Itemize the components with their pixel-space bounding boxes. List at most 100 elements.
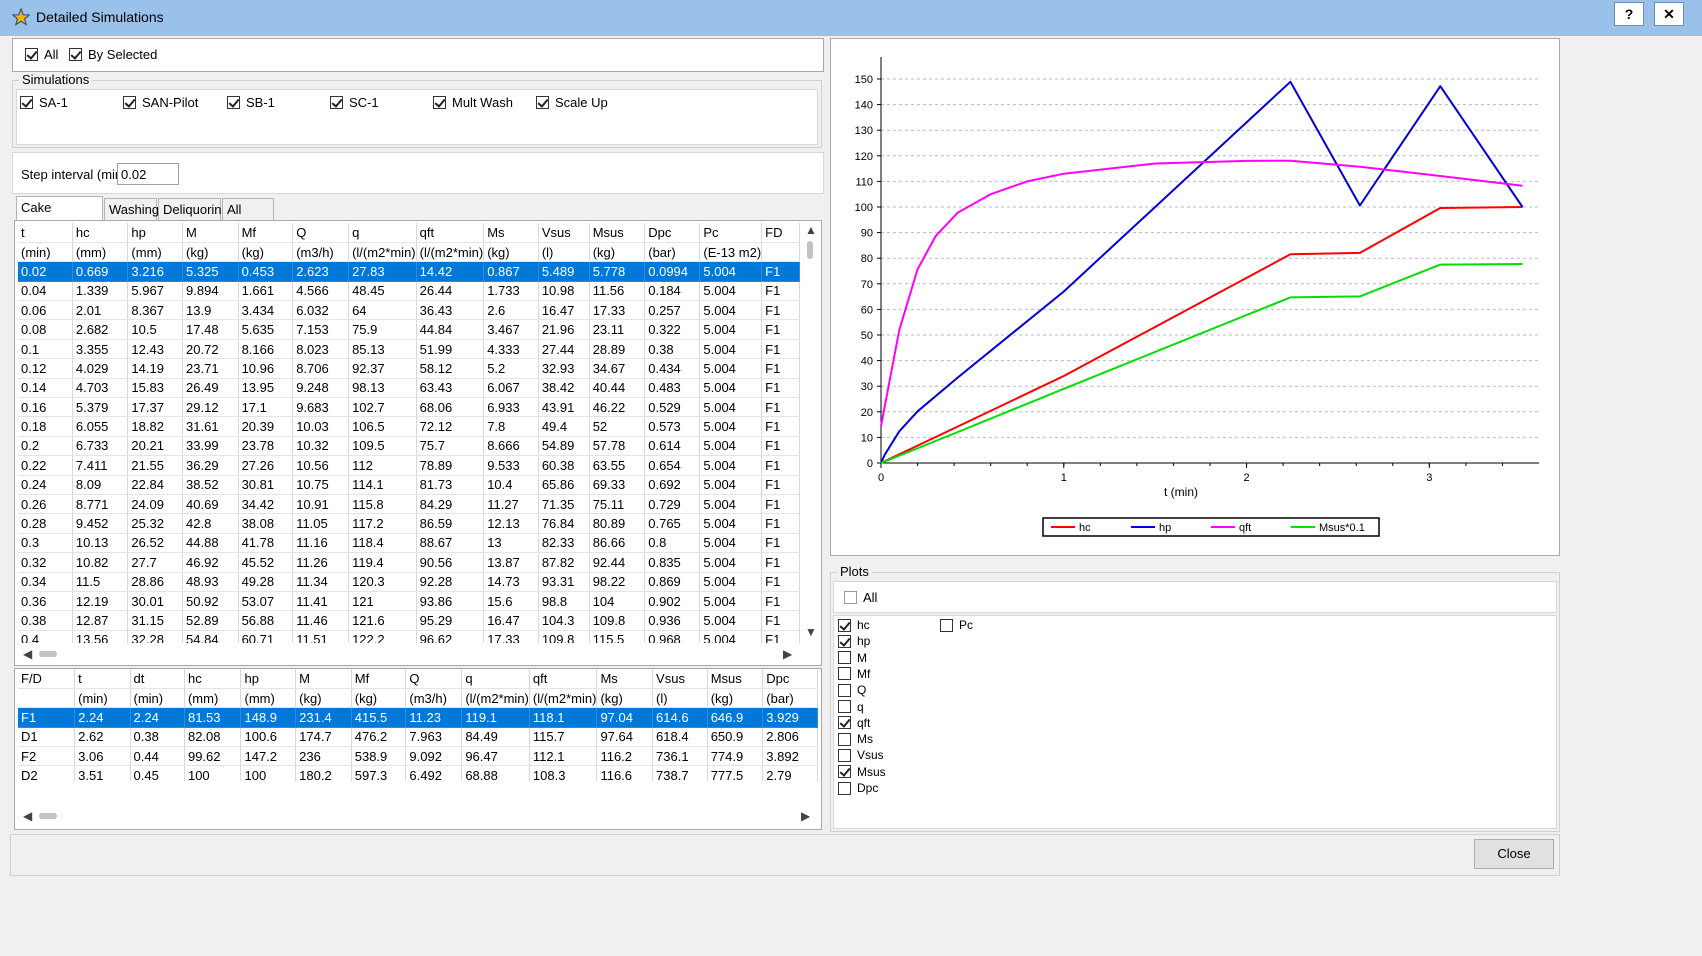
steps_table-cell[interactable]: Vsus — [538, 223, 590, 243]
steps_table-cell[interactable]: 5.004 — [699, 378, 763, 399]
steps_table-cell[interactable]: 5.325 — [182, 261, 239, 282]
plot-checkbox-box[interactable] — [940, 618, 953, 632]
steps_table-cell[interactable]: 92.44 — [589, 552, 646, 573]
summary_table-cell[interactable]: (l) — [652, 688, 708, 709]
steps_table-cell[interactable]: Msus — [589, 223, 646, 243]
summary_table-cell[interactable]: 236 — [295, 746, 352, 767]
steps_table-cell[interactable]: 14.73 — [483, 572, 539, 592]
steps_table-cell[interactable]: 5.004 — [699, 572, 763, 592]
summary_table-cell[interactable]: hc — [184, 669, 242, 689]
steps_table-cell[interactable]: 75.7 — [416, 436, 485, 457]
steps_table-row[interactable]: 0.22 7.411 21.55 36.29 27.26 10.56 112 78.89 9.5… — [18, 455, 800, 476]
steps_table-cell[interactable]: 104 — [589, 591, 646, 612]
summary_table-cell[interactable]: F/D — [18, 669, 76, 689]
steps_table-cell[interactable]: 26.44 — [416, 281, 485, 302]
steps_table-cell[interactable]: 10.32 — [292, 436, 350, 457]
steps_table-cell[interactable]: 5.004 — [699, 339, 763, 360]
steps_table-row[interactable]: 0.04 1.339 5.967 9.894 1.661 4.566 48.45 26.44 1… — [18, 281, 800, 302]
steps_table-row[interactable]: 0.14 4.703 15.83 26.49 13.95 9.248 98.13 63.43 6… — [18, 378, 800, 399]
steps_table-cell[interactable]: 63.43 — [416, 378, 485, 399]
steps_table-cell[interactable]: 0.869 — [644, 572, 701, 592]
steps_table-cell[interactable]: (mm) — [72, 242, 129, 263]
steps_table-cell[interactable]: Dpc — [644, 223, 701, 243]
steps_table-cell[interactable]: 23.71 — [182, 358, 239, 379]
sim-sb-1-checkbox[interactable]: SB-1 — [227, 95, 275, 110]
steps_table-cell[interactable]: 76.84 — [538, 513, 590, 534]
steps_table-cell[interactable]: 38.52 — [182, 475, 239, 495]
steps_table-cell[interactable]: 6.067 — [483, 378, 539, 399]
steps_table-cell[interactable]: 0.614 — [644, 436, 701, 457]
steps_table-cell[interactable]: 34.67 — [589, 358, 646, 379]
steps_table-cell[interactable]: (bar) — [644, 242, 701, 263]
summary_table-cell[interactable]: 112.1 — [529, 746, 598, 767]
sim-mult-wash-checkbox[interactable]: Mult Wash — [433, 95, 513, 110]
steps_table-cell[interactable]: 15.83 — [127, 378, 184, 399]
steps_table-cell[interactable]: 0.24 — [18, 475, 73, 495]
steps_table-cell[interactable]: 33.99 — [182, 436, 239, 457]
steps_table-header-row[interactable]: t hc hp M Mf Qq qft Ms Vsus Msus Dpc Pc FD — [18, 223, 800, 243]
summary_table-cell[interactable]: 100 — [184, 765, 242, 781]
steps_table-cell[interactable]: 36.43 — [416, 300, 485, 321]
steps_table-cell[interactable]: 9.248 — [292, 378, 350, 399]
steps_table-cell[interactable]: F1 — [761, 358, 800, 379]
steps_table-cell[interactable]: 5.967 — [127, 281, 184, 302]
steps_table-cell[interactable]: 10.82 — [72, 552, 129, 573]
steps_table-cell[interactable]: 121.6 — [348, 610, 417, 631]
steps_table-cell[interactable]: 119.4 — [348, 552, 417, 573]
steps_table-row[interactable]: 0.32 10.82 27.7 46.92 45.52 11.26 119.4 90.56 13… — [18, 552, 800, 573]
summary_table-cell[interactable]: (bar) — [762, 688, 818, 709]
summary_table-cell[interactable]: 3.06 — [74, 746, 131, 767]
steps_table-cell[interactable]: 90.56 — [416, 552, 485, 573]
steps_table-cell[interactable]: 29.12 — [182, 397, 239, 418]
summary-horizontal-thumb[interactable] — [39, 813, 57, 819]
steps-vertical-thumb[interactable] — [807, 241, 813, 259]
steps_table-cell[interactable]: 0.32 — [18, 552, 73, 573]
steps_table-cell[interactable]: 49.28 — [238, 572, 294, 592]
steps_table-cell[interactable]: 10.56 — [292, 455, 350, 476]
steps_table-cell[interactable] — [761, 242, 800, 263]
steps_table-cell[interactable]: 17.48 — [182, 319, 239, 340]
steps_table-cell[interactable]: 5.778 — [589, 261, 646, 282]
summary-horizontal-scrollbar[interactable]: ◀ ▶ — [17, 807, 817, 825]
scroll-right-icon[interactable]: ▶ — [783, 647, 792, 661]
steps_table-cell[interactable]: 11.27 — [483, 494, 539, 515]
steps_table-cell[interactable]: 0.14 — [18, 378, 73, 399]
summary_table-cell[interactable]: Ms — [596, 669, 654, 689]
steps_table-cell[interactable]: 3.216 — [127, 261, 184, 282]
steps-horizontal-thumb[interactable] — [39, 651, 57, 657]
steps_table-cell[interactable]: 27.26 — [238, 455, 294, 476]
steps_table-cell[interactable]: F1 — [761, 416, 800, 437]
steps_table-cell[interactable]: F1 — [761, 436, 800, 457]
steps_table-row[interactable]: 0.1 3.355 12.43 20.72 8.166 8.023 85.13 51.99 4.… — [18, 339, 800, 360]
steps_table-cell[interactable]: 0.06 — [18, 300, 73, 321]
steps_table-cell[interactable]: 10.98 — [538, 281, 590, 302]
steps_table-cell[interactable]: 0.38 — [644, 339, 701, 360]
summary_table-cell[interactable]: 84.49 — [461, 727, 530, 748]
plot-checkbox-box[interactable] — [838, 716, 851, 730]
steps_table-cell[interactable]: 0.184 — [644, 281, 701, 302]
summary_table-cell[interactable]: 148.9 — [240, 707, 297, 728]
plot-pc-checkbox[interactable]: Pc — [940, 618, 973, 632]
steps_table-cell[interactable]: 8.166 — [238, 339, 294, 360]
plot-mf-checkbox[interactable]: Mf — [838, 667, 870, 681]
steps_table-cell[interactable]: 95.29 — [416, 610, 485, 631]
steps_table-cell[interactable]: 57.78 — [589, 436, 646, 457]
steps_table-cell[interactable]: 92.28 — [416, 572, 485, 592]
summary_table-cell[interactable]: 3.51 — [74, 765, 131, 781]
steps_table-cell[interactable]: 20.21 — [127, 436, 184, 457]
steps_table-cell[interactable]: 5.489 — [538, 261, 590, 282]
steps_table-cell[interactable]: 118.4 — [348, 533, 417, 554]
sim-checkbox-box[interactable] — [433, 96, 446, 109]
summary_table-cell[interactable]: 119.1 — [461, 707, 530, 728]
steps_table-cell[interactable]: 12.43 — [127, 339, 184, 360]
steps_table-cell[interactable]: 8.706 — [292, 358, 350, 379]
steps_table-cell[interactable]: 81.73 — [416, 475, 485, 495]
summary_table-cell[interactable]: (kg) — [596, 688, 654, 709]
plot-qft-checkbox[interactable]: qft — [838, 716, 870, 730]
steps_table-cell[interactable]: 8.666 — [483, 436, 539, 457]
steps_table-cell[interactable]: 8.023 — [292, 339, 350, 360]
steps_table-cell[interactable]: 11.5 — [72, 572, 129, 592]
steps_table-cell[interactable]: 30.01 — [127, 591, 184, 612]
steps_table-cell[interactable]: 27.7 — [127, 552, 184, 573]
plot-vsus-checkbox[interactable]: Vsus — [838, 748, 884, 762]
